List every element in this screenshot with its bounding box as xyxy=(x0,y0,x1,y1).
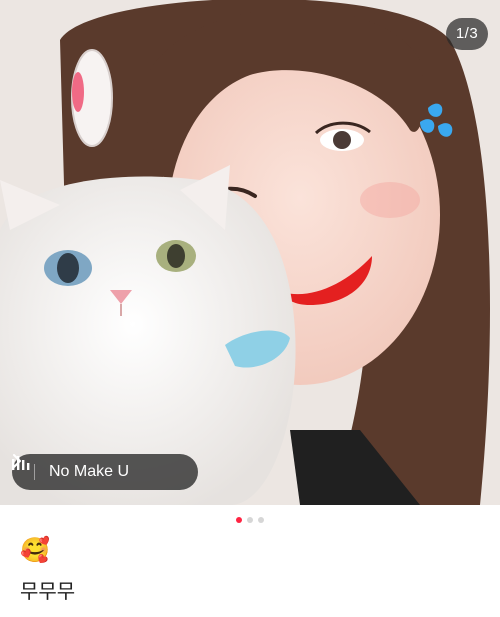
music-tag-divider xyxy=(34,464,35,480)
image-pager xyxy=(0,517,500,523)
pager-dot-1[interactable] xyxy=(236,517,242,523)
music-title: No Make U xyxy=(49,463,130,480)
pager-dot-2[interactable] xyxy=(247,517,253,523)
post-caption: 무무무 xyxy=(20,581,76,603)
music-tag-button[interactable]: No Make U xyxy=(12,454,198,490)
post-photo[interactable]: 1/3 No Make U xyxy=(0,0,500,505)
photo-illustration xyxy=(0,0,500,505)
caption-emoji: 🥰 xyxy=(20,537,50,564)
chevron-right-icon xyxy=(13,454,21,468)
image-counter-badge: 1/3 xyxy=(446,18,488,50)
pager-dot-3[interactable] xyxy=(258,517,264,523)
